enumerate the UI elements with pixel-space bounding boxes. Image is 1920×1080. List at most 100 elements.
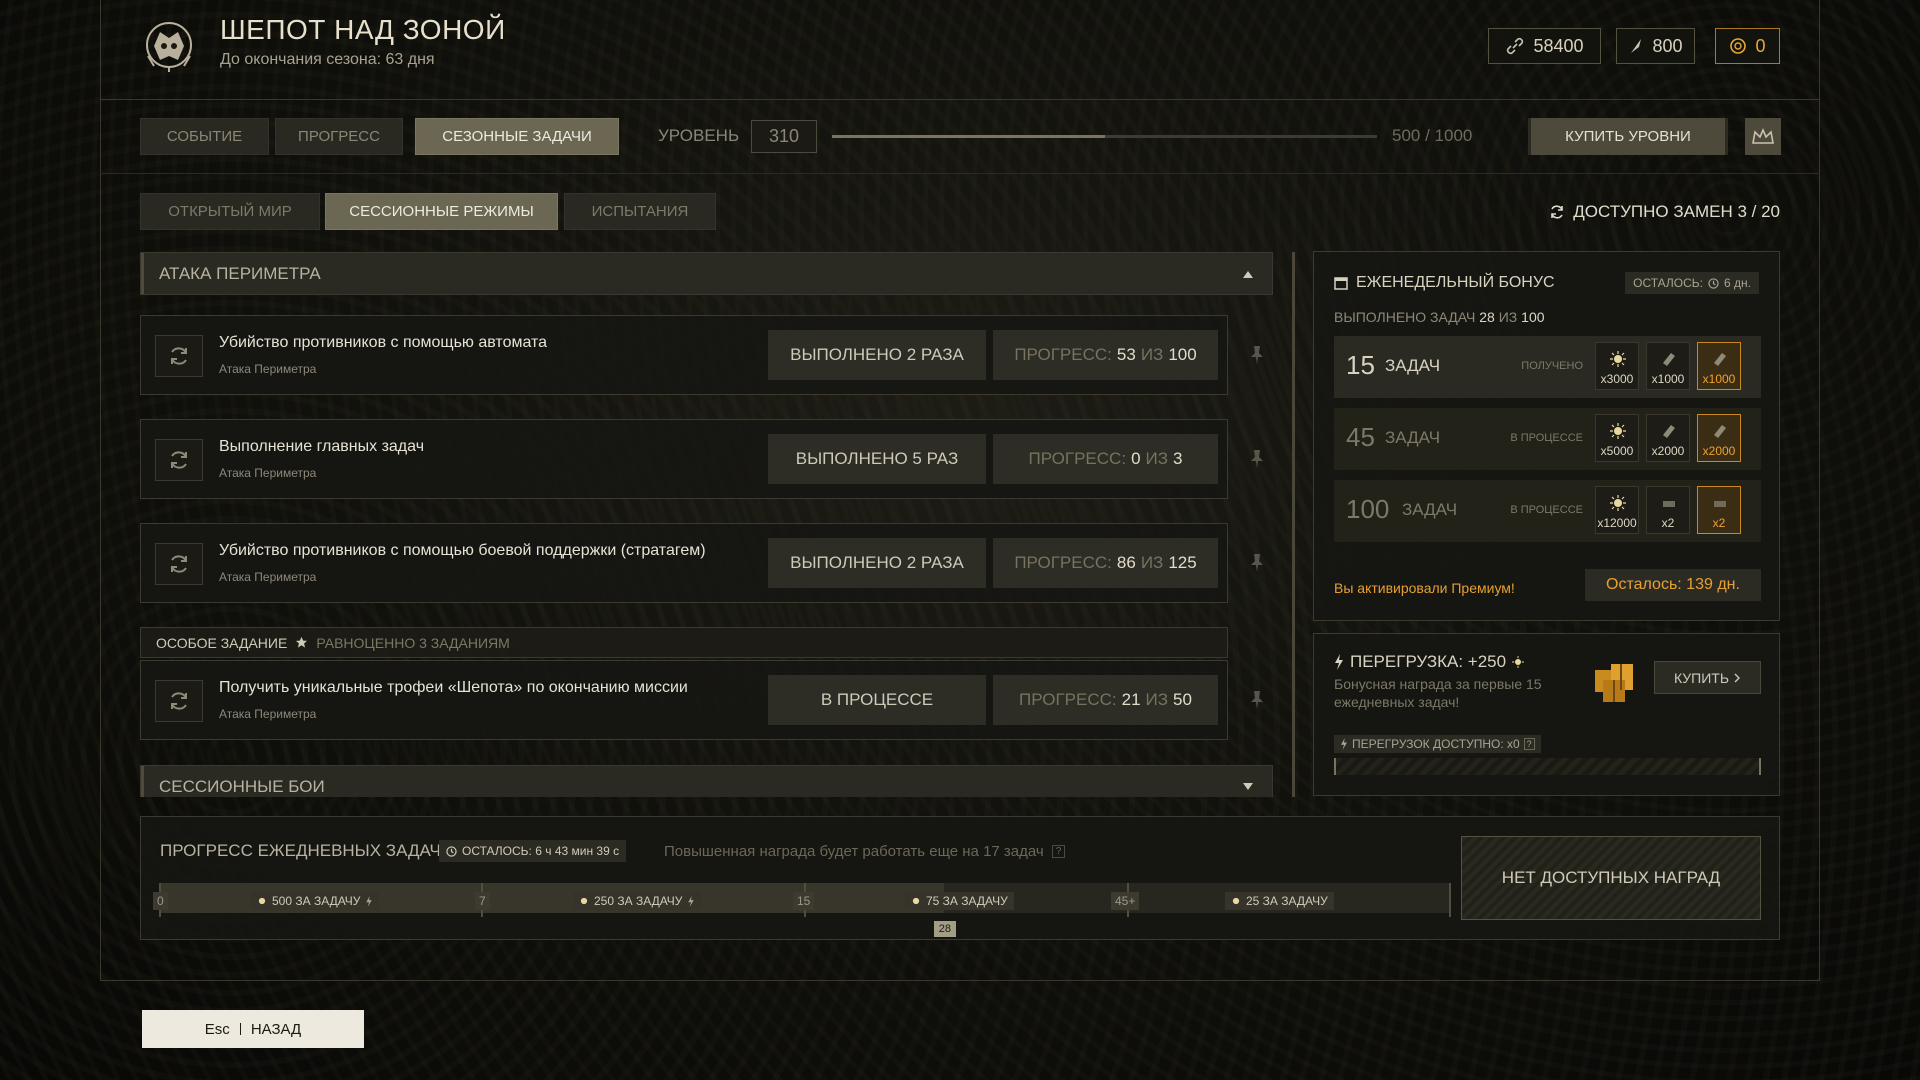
weekly-bonus-title-text: ЕЖЕНЕДЕЛЬНЫЙ БОНУС [1356,274,1555,291]
pin-icon[interactable] [1245,551,1269,575]
link-icon [1507,37,1524,55]
reward-slot-premium[interactable]: x2000 [1697,414,1741,462]
tab-progress[interactable]: ПРОГРЕСС [275,118,403,155]
buy-levels-button[interactable]: КУПИТЬ УРОВНИ [1528,118,1728,155]
track-end [1449,883,1451,917]
progress-total: 50 [1173,690,1192,709]
sun-currency-icon [1610,495,1626,511]
pin-icon[interactable] [1245,447,1269,471]
clock-icon [446,845,457,857]
reward-slot[interactable]: x12000 [1595,486,1639,534]
section-title: АТАКА ПЕРИМЕТРА [159,263,321,283]
special-task-label: ОСОБОЕ ЗАДАНИЕ [156,634,288,651]
progress-of: ИЗ [1145,690,1169,709]
segment-reward-text: 75 ЗА ЗАДАЧУ [926,894,1008,908]
section-session-battles[interactable]: СЕССИОННЫЕ БОИ [140,765,1273,797]
no-rewards-button[interactable]: НЕТ ДОСТУПНЫХ НАГРАД [1461,836,1761,920]
reward-slot-premium[interactable]: x1000 [1697,342,1741,390]
pin-icon[interactable] [1245,688,1269,712]
task-replace-button[interactable] [155,543,203,585]
expand-down-icon [1243,782,1253,790]
star-icon [296,636,308,648]
overload-buy-button[interactable]: КУПИТЬ [1654,661,1761,694]
premium-crown-button[interactable] [1745,118,1781,155]
sun-currency-icon [1610,351,1626,367]
weekly-completed-current: 28 [1479,309,1495,325]
weekly-bonus-panel: ЕЖЕНЕДЕЛЬНЫЙ БОНУС ОСТАЛОСЬ: 6 дн. ВЫПОЛ… [1313,251,1780,621]
task-progress: ПРОГРЕСС: 21 ИЗ 50 [993,675,1218,725]
segment-reward-text: 250 ЗА ЗАДАЧУ [594,894,683,908]
tab-event[interactable]: СОБЫТИЕ [140,118,269,155]
currency-coins[interactable]: 0 [1715,28,1780,64]
sun-currency-icon [1232,897,1240,905]
threshold-label: 45+ [1111,892,1140,910]
help-icon[interactable]: ? [1523,738,1535,750]
overload-progress-bar [1334,758,1761,775]
sun-currency-icon [580,897,588,905]
refresh-icon [171,451,187,469]
task-progress: ПРОГРЕСС: 0 ИЗ 3 [993,434,1218,484]
task-name: Выполнение главных задач [219,438,425,455]
progress-label: ПРОГРЕСС: [1028,449,1127,468]
currency-feathers[interactable]: 800 [1616,28,1695,64]
task-replace-button[interactable] [155,439,203,481]
refresh-icon [1551,205,1564,219]
reward-slot[interactable]: x5000 [1595,414,1639,462]
task-completed-count: ВЫПОЛНЕНО 2 РАЗА [768,330,986,380]
progress-total: 100 [1168,345,1197,364]
tab-season-tasks[interactable]: СЕЗОННЫЕ ЗАДАЧИ [415,118,619,155]
tier-count: 45 [1346,422,1375,452]
season-logo-icon [146,22,192,72]
reward-slot[interactable]: x3000 [1595,342,1639,390]
tier-word: ЗАДАЧ [1385,428,1441,447]
progress-current: 0 [1131,449,1141,468]
reward-slot[interactable]: x1000 [1646,342,1690,390]
weekly-tier: 100 ЗАДАЧ В ПРОЦЕССЕ x12000 x2 x2 [1334,480,1761,542]
task-progress: ПРОГРЕСС: 86 ИЗ 125 [993,538,1218,588]
progress-current: 86 [1116,553,1136,572]
overload-title: ПЕРЕГРУЗКА: +250 [1334,652,1525,672]
task-replace-button[interactable] [155,680,203,722]
reward-qty: x3000 [1600,372,1634,386]
lightning-icon [1341,738,1347,750]
back-button[interactable]: Esc НАЗАД [142,1010,364,1048]
replacements-text: ДОСТУПНО ЗАМЕН 3 / 20 [1573,202,1780,221]
currency-feathers-value: 800 [1652,35,1683,56]
segment-reward: 25 ЗА ЗАДАЧУ [1225,892,1334,910]
subtab-trials[interactable]: ИСПЫТАНИЯ [564,193,716,230]
daily-progress-title: ПРОГРЕСС ЕЖЕДНЕВНЫХ ЗАДАЧ [160,841,441,860]
task-replace-button[interactable] [155,335,203,377]
currency-links[interactable]: 58400 [1488,28,1601,64]
box-icon [1663,501,1675,507]
list-scrollbar-thumb[interactable] [1292,252,1295,797]
tier-word: ЗАДАЧ [1385,356,1441,375]
section-perimeter-attack[interactable]: АТАКА ПЕРИМЕТРА [140,252,1273,295]
crown-icon [1752,127,1774,144]
pin-icon[interactable] [1245,343,1269,367]
overload-panel: ПЕРЕГРУЗКА: +250 Бонусная награда за пер… [1313,633,1780,796]
calendar-icon [1334,277,1348,290]
subtab-session-modes[interactable]: СЕССИОННЫЕ РЕЖИМЫ [325,193,558,230]
reward-slot[interactable]: x2 [1646,486,1690,534]
section-accent [141,253,144,294]
reward-slot-premium[interactable]: x2 [1697,486,1741,534]
help-icon[interactable]: ? [1051,845,1066,858]
level-label: УРОВЕНЬ [658,126,740,145]
tier-word: ЗАДАЧ [1402,500,1458,519]
subtab-open-world[interactable]: ОТКРЫТЫЙ МИР [140,193,320,230]
progress-current: 53 [1116,345,1136,364]
level-progress-bar [832,135,1377,138]
daily-progress-panel: ПРОГРЕСС ЕЖЕДНЕВНЫХ ЗАДАЧ ОСТАЛОСЬ: 6 ч … [140,816,1780,940]
feather-icon [1631,39,1642,53]
weekly-completed-label: ВЫПОЛНЕНО ЗАДАЧ [1334,309,1476,325]
key-separator [239,1023,241,1035]
segment-reward-text: 500 ЗА ЗАДАЧУ [272,894,361,908]
section-accent [141,766,144,797]
reward-slot[interactable]: x2000 [1646,414,1690,462]
reward-qty: x2000 [1651,444,1685,458]
weekly-completed-total: 100 [1521,309,1545,325]
sun-currency-icon [912,897,920,905]
sun-currency-icon [1610,423,1626,439]
threshold-label: 15 [793,892,815,910]
level-progress-text: 500 / 1000 [1392,126,1473,145]
